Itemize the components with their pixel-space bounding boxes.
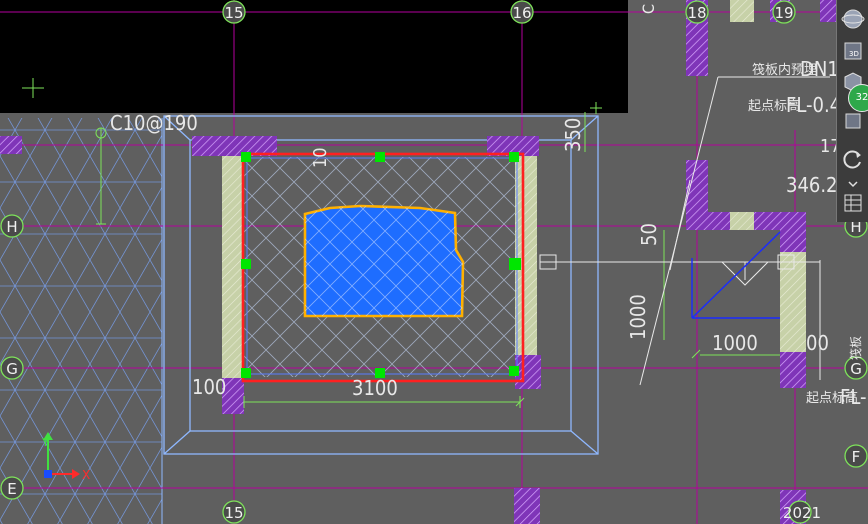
fl-lower: FL- — [840, 385, 867, 409]
dim-100-left: 100 — [192, 375, 226, 399]
dim-350: 350 — [561, 118, 585, 152]
grid-col-18: 18 — [687, 4, 706, 22]
grid-col-19: 19 — [774, 4, 793, 22]
dim-10: 10 — [310, 147, 331, 168]
tag-mid: 筏板 — [849, 336, 863, 360]
view-3d-icon[interactable]: 3D — [840, 38, 866, 64]
grid-row-g-right: G — [850, 360, 862, 378]
slab-hatch-region-left — [0, 118, 162, 524]
value-346: 346.2 — [786, 173, 838, 197]
grid-col-16: 16 — [512, 4, 531, 22]
dim-1000-vertical: 1000 — [626, 294, 650, 340]
dim-100-right: 00 — [806, 331, 829, 355]
fl-annotation: FL-0.4 — [786, 93, 841, 117]
tag-c: C — [639, 4, 658, 14]
rotate-icon[interactable] — [840, 146, 866, 172]
grid-col-15: 15 — [224, 4, 243, 22]
ucs-y-label: Y — [41, 436, 49, 449]
grid-col-15-bottom: 15 — [224, 504, 243, 522]
dim-3100: 3100 — [352, 376, 398, 400]
rebar-label: C10@190 — [110, 111, 198, 135]
svg-text:3D: 3D — [849, 50, 859, 58]
pipe-run-blue — [691, 231, 781, 319]
view-badge[interactable]: 32 — [848, 84, 868, 112]
command-overlay-panel — [0, 0, 628, 113]
dim-50: 50 — [637, 223, 661, 246]
cad-drawing-canvas[interactable]: 15 16 18 19 H G E 15 2021 F G H C10@190 … — [0, 0, 868, 524]
grid-row-e: E — [7, 480, 16, 498]
layout-grid-icon[interactable] — [840, 190, 866, 216]
orbit-icon[interactable] — [840, 6, 866, 32]
grid-row-f: F — [852, 448, 861, 466]
grid-col-2021: 2021 — [783, 504, 821, 522]
grid-row-g: G — [6, 360, 18, 378]
ucs-x-label: X — [82, 468, 90, 482]
dim-1000-horizontal: 1000 — [712, 331, 758, 355]
grid-row-h: H — [6, 218, 17, 236]
